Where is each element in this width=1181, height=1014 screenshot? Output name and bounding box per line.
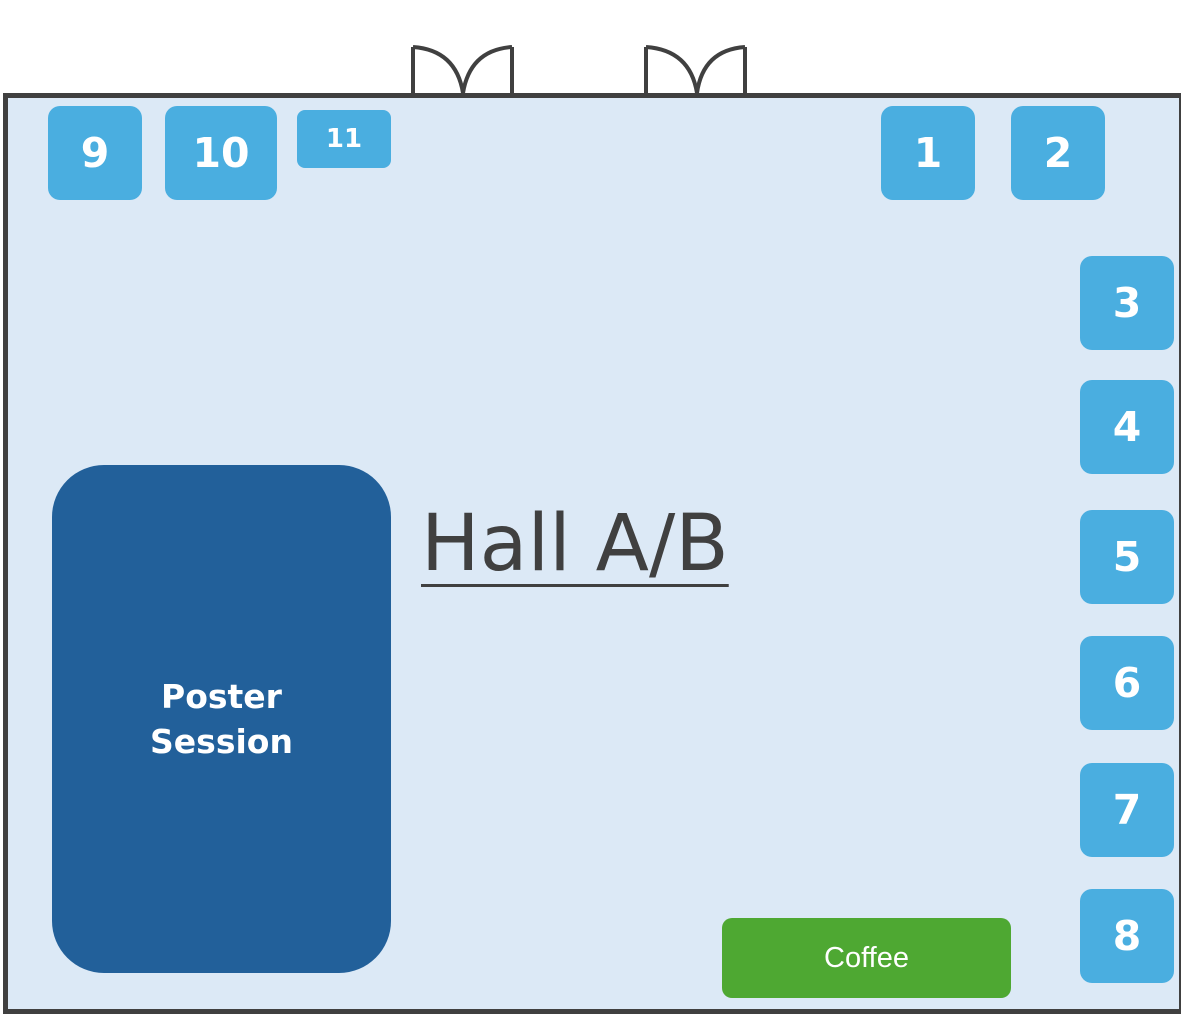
doors bbox=[411, 45, 747, 94]
poster-session-label-line2: Session bbox=[150, 722, 293, 761]
booth-7[interactable]: 7 bbox=[1080, 763, 1174, 857]
coffee-label: Coffee bbox=[824, 941, 909, 974]
poster-session-label-line1: Poster bbox=[161, 677, 282, 716]
booth-1[interactable]: 1 bbox=[881, 106, 975, 200]
booth-8[interactable]: 8 bbox=[1080, 889, 1174, 983]
door-icon bbox=[644, 45, 747, 94]
booth-3[interactable]: 3 bbox=[1080, 256, 1174, 350]
floor-plan: 9 10 11 1 2 3 4 5 6 7 8 Poster Session H… bbox=[0, 0, 1181, 1014]
door-icon bbox=[411, 45, 514, 94]
booth-4[interactable]: 4 bbox=[1080, 380, 1174, 474]
booth-5[interactable]: 5 bbox=[1080, 510, 1174, 604]
booth-10[interactable]: 10 bbox=[165, 106, 277, 200]
coffee-area[interactable]: Coffee bbox=[722, 918, 1011, 998]
booth-6[interactable]: 6 bbox=[1080, 636, 1174, 730]
poster-session-area[interactable]: Poster Session bbox=[52, 465, 391, 973]
booth-2[interactable]: 2 bbox=[1011, 106, 1105, 200]
booth-11[interactable]: 11 bbox=[297, 110, 391, 168]
hall-title: Hall A/B bbox=[421, 499, 729, 589]
booth-9[interactable]: 9 bbox=[48, 106, 142, 200]
